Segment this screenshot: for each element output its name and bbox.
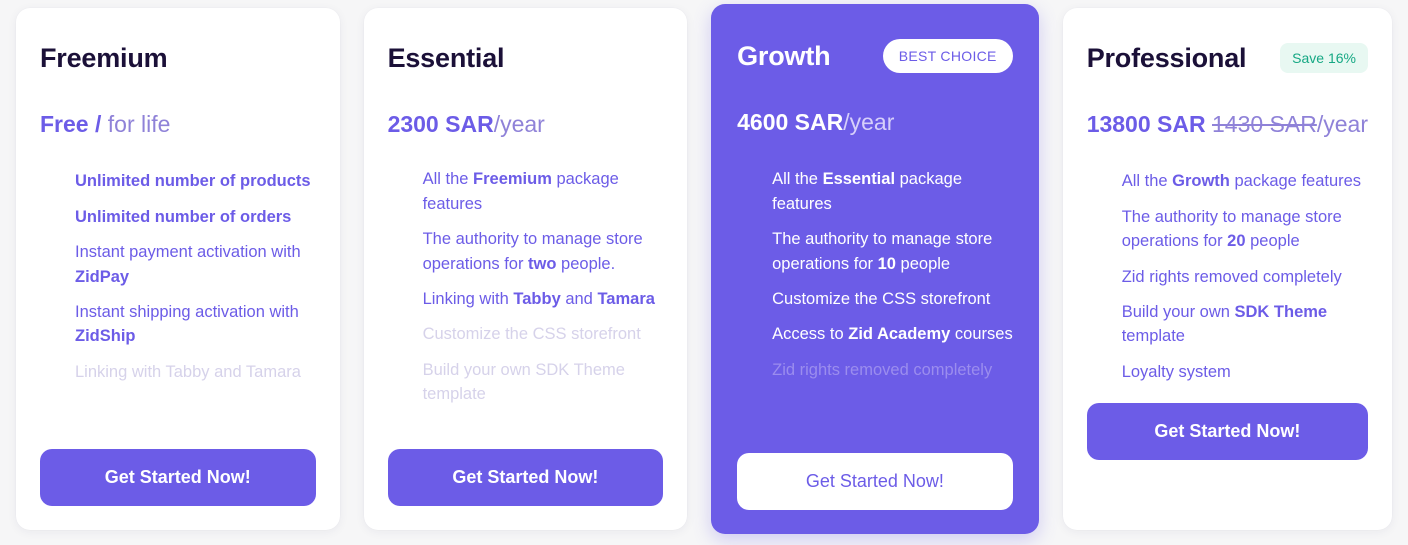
price-period: /year	[1316, 111, 1368, 137]
feature-text-part: people	[895, 254, 951, 273]
feature-text-part: Access to	[772, 325, 849, 344]
feature-item: All the Freemium package features	[423, 167, 664, 216]
save-discount-badge: Save 16%	[1280, 43, 1368, 73]
best-choice-badge: BEST CHOICE	[882, 39, 1013, 73]
feature-text-part: Unlimited number of orders	[75, 207, 292, 226]
feature-text-part: two	[528, 254, 557, 273]
plan-price: 13800 SAR 1430 SAR/year	[1086, 111, 1368, 137]
feature-item: All the Growth package features	[1122, 169, 1368, 193]
feature-item-unavailable: Linking with Tabby and Tamara	[75, 360, 316, 384]
feature-list: All the Growth package features The autho…	[1087, 169, 1368, 395]
feature-text-part: Customize the CSS storefront	[772, 289, 991, 308]
feature-text-part: ZidShip	[75, 327, 136, 346]
plan-title: Professional	[1086, 42, 1247, 73]
feature-text-part: All the	[422, 170, 474, 189]
pricing-plans-grid: Freemium Free / for life Unlimited number …	[0, 0, 1408, 545]
feature-text-part: 20	[1227, 232, 1246, 251]
feature-text-part: All the	[772, 170, 823, 189]
feature-item: Loyalty system	[1122, 360, 1368, 384]
feature-text-part: Zid rights removed completely	[772, 360, 993, 379]
feature-text-part: Instant shipping activation with	[75, 302, 299, 321]
feature-text-part: 10	[877, 254, 896, 273]
price-amount: Free /	[40, 111, 102, 137]
feature-item: Unlimited number of products	[75, 169, 316, 193]
feature-list: Unlimited number of products Unlimited nu…	[40, 169, 316, 441]
feature-item-unavailable: Build your own SDK Theme template	[423, 358, 664, 407]
feature-item: Access to Zid Academy courses	[772, 322, 1013, 346]
plan-header: Growth BEST CHOICE	[737, 36, 1013, 76]
feature-text-part: package features	[1229, 172, 1362, 191]
feature-item: The authority to manage store operations…	[423, 227, 664, 276]
feature-text-part: Linking with Tabby and Tamara	[75, 362, 301, 381]
feature-text-part: Growth	[1172, 172, 1230, 191]
feature-item: Instant shipping activation with ZidShip	[75, 300, 316, 349]
feature-text-part: courses	[950, 325, 1013, 344]
feature-text-part: Unlimited number of products	[75, 172, 311, 191]
price-period: /year	[493, 111, 545, 137]
plan-price: 2300 SAR/year	[387, 111, 664, 137]
feature-text-part: Loyalty system	[1121, 362, 1231, 381]
feature-text-part: SDK Theme	[1234, 302, 1328, 321]
feature-text-part: people	[1245, 232, 1300, 251]
feature-text-part: ZidPay	[75, 267, 130, 286]
feature-text-part: Build your own	[1121, 302, 1235, 321]
feature-item: Linking with Tabby and Tamara	[423, 287, 664, 311]
feature-text-part: Build your own SDK Theme template	[422, 360, 625, 404]
plan-header: Freemium	[40, 38, 316, 78]
feature-text-part: Zid Academy	[848, 325, 951, 344]
feature-list: All the Freemium package features The aut…	[388, 167, 664, 441]
feature-text-part: Essential	[822, 170, 896, 189]
get-started-button[interactable]: Get Started Now!	[40, 449, 316, 506]
feature-text-part: Tabby	[513, 289, 561, 308]
plan-header: Essential	[388, 38, 664, 78]
plan-price: 4600 SAR/year	[737, 109, 1013, 135]
feature-text-part: Linking with	[422, 289, 514, 308]
price-amount: 13800 SAR	[1086, 111, 1206, 137]
feature-text-part: template	[1121, 327, 1185, 346]
feature-item: Build your own SDK Theme template	[1122, 300, 1368, 349]
plan-header: Professional Save 16%	[1087, 38, 1368, 78]
feature-text-part: All the	[1121, 172, 1173, 191]
feature-text-part: Freemium	[473, 170, 552, 189]
feature-item: The authority to manage store operations…	[772, 227, 1013, 276]
feature-item: Customize the CSS storefront	[772, 287, 1013, 311]
plan-title: Freemium	[40, 42, 168, 73]
plan-price: Free / for life	[40, 111, 316, 137]
plan-card-professional: Professional Save 16% 13800 SAR 1430 SAR/y…	[1062, 8, 1392, 530]
feature-text-part: Customize the CSS storefront	[422, 325, 641, 344]
plan-card-freemium: Freemium Free / for life Unlimited number …	[16, 8, 340, 530]
feature-item: Zid rights removed completely	[1122, 265, 1368, 289]
price-period: /year	[843, 109, 895, 135]
feature-list: All the Essential package features The au…	[737, 167, 1013, 445]
plan-title: Essential	[387, 42, 505, 73]
get-started-button[interactable]: Get Started Now!	[1086, 403, 1368, 461]
plan-card-essential: Essential 2300 SAR/year All the Freemium p…	[363, 8, 688, 530]
feature-item-unavailable: Zid rights removed completely	[772, 358, 1013, 382]
price-period: for life	[101, 111, 171, 137]
feature-item: Instant payment activation with ZidPay	[75, 240, 316, 289]
feature-text-part: Instant payment activation with	[75, 243, 301, 262]
feature-item: The authority to manage store operations…	[1122, 205, 1368, 254]
price-original-strikethrough: 1430 SAR	[1212, 111, 1317, 137]
feature-text-part: Zid rights removed completely	[1121, 267, 1342, 286]
feature-item: All the Essential package features	[772, 167, 1013, 216]
feature-item-unavailable: Customize the CSS storefront	[423, 322, 664, 346]
price-amount: 4600 SAR	[737, 109, 844, 135]
feature-text-part: Tamara	[597, 289, 655, 308]
feature-text-part: and	[560, 289, 598, 308]
plan-title: Growth	[737, 40, 831, 71]
get-started-button[interactable]: Get Started Now!	[387, 449, 664, 506]
plan-card-growth: Growth BEST CHOICE 4600 SAR/year All the Es…	[711, 4, 1039, 534]
feature-text-part: people.	[556, 254, 616, 273]
get-started-button[interactable]: Get Started Now!	[737, 453, 1013, 510]
price-amount: 2300 SAR	[387, 111, 494, 137]
feature-item: Unlimited number of orders	[75, 205, 316, 229]
